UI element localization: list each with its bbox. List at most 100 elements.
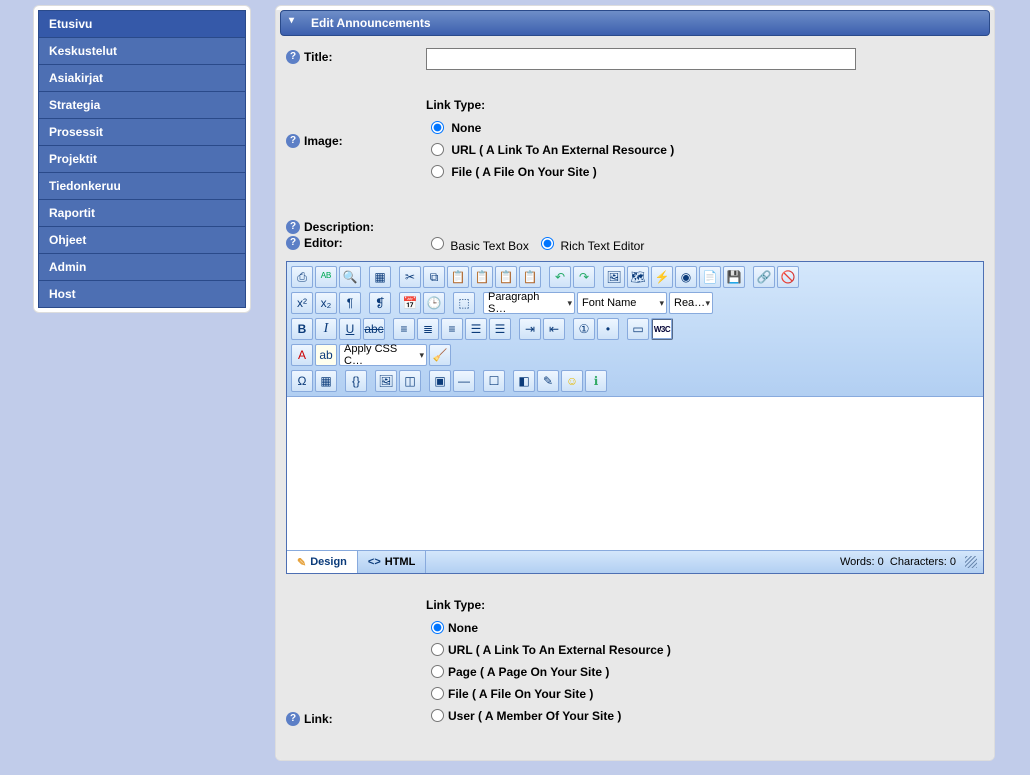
sidebar-item-prosessit[interactable]: Prosessit [39, 119, 245, 146]
align-remove-icon[interactable]: ☰ [489, 318, 511, 340]
remove-link-icon[interactable]: 🚫 [777, 266, 799, 288]
editor-rich-option[interactable]: Rich Text Editor [536, 239, 644, 253]
select-all-icon[interactable]: ▦ [369, 266, 391, 288]
editor-basic-option[interactable]: Basic Text Box [426, 239, 532, 253]
sidebar-item-host[interactable]: Host [39, 281, 245, 308]
sidebar-item-ohjeet[interactable]: Ohjeet [39, 227, 245, 254]
hyperlink-icon[interactable]: 🔗 [753, 266, 775, 288]
spellcheck-icon[interactable]: ᴬᴮ [315, 266, 337, 288]
linktype-page-radio[interactable] [431, 665, 444, 678]
align-right-icon[interactable]: ≡ [441, 318, 463, 340]
help-icon[interactable]: ? [286, 50, 300, 64]
sidebar-item-raportit[interactable]: Raportit [39, 200, 245, 227]
image-linktype-none[interactable]: None [426, 116, 984, 138]
underline-icon[interactable]: U [339, 318, 361, 340]
abs-position-icon[interactable]: ◫ [399, 370, 421, 392]
image-props-icon[interactable]: 🖼 [375, 370, 397, 392]
redo-icon[interactable]: ↷ [573, 266, 595, 288]
superscript-icon[interactable]: x² [291, 292, 313, 314]
format-stripper-icon[interactable]: 🧹 [429, 344, 451, 366]
new-paragraph-icon[interactable]: ❡ [369, 292, 391, 314]
forecolor-icon[interactable]: A [291, 344, 313, 366]
help-icon[interactable]: ? [286, 220, 300, 234]
xhtml-validate-icon[interactable]: W3C [651, 318, 673, 340]
linktype-file[interactable]: File ( A File On Your Site ) [426, 682, 984, 704]
align-left-icon[interactable]: ≡ [393, 318, 415, 340]
design-tab[interactable]: ✎ Design [287, 551, 358, 573]
print-icon[interactable]: ⎙ [291, 266, 313, 288]
sidebar-item-admin[interactable]: Admin [39, 254, 245, 281]
emoticon-icon[interactable]: ☺ [561, 370, 583, 392]
title-input[interactable] [426, 48, 856, 70]
paste-word-icon[interactable]: 📋 [471, 266, 493, 288]
linktype-user[interactable]: User ( A Member Of Your Site ) [426, 704, 984, 726]
insert-time-icon[interactable]: 🕒 [423, 292, 445, 314]
panel-header[interactable]: Edit Announcements [280, 10, 990, 36]
resize-grip-icon[interactable] [965, 556, 977, 568]
paragraph-style-dropdown[interactable]: Paragraph S… [483, 292, 575, 314]
sidebar-item-asiakirjat[interactable]: Asiakirjat [39, 65, 245, 92]
help-icon[interactable]: ? [286, 236, 300, 250]
apply-css-class-dropdown[interactable]: Apply CSS C… [339, 344, 427, 366]
sidebar-item-tiedonkeruu[interactable]: Tiedonkeruu [39, 173, 245, 200]
help-icon[interactable]: ? [286, 134, 300, 148]
sidebar-item-etusivu[interactable]: Etusivu [39, 11, 245, 38]
track-changes-icon[interactable]: ✎ [537, 370, 559, 392]
font-name-dropdown[interactable]: Font Name [577, 292, 667, 314]
help-icon[interactable]: ? [286, 712, 300, 726]
paragraph-icon[interactable]: ¶ [339, 292, 361, 314]
image-map-icon[interactable]: 🗺 [627, 266, 649, 288]
linktype-none-radio[interactable] [431, 621, 444, 634]
paste-html-icon[interactable]: 📋 [519, 266, 541, 288]
insert-table-icon[interactable]: ▦ [315, 370, 337, 392]
sidebar-item-strategia[interactable]: Strategia [39, 92, 245, 119]
toggle-border-icon[interactable]: ▭ [627, 318, 649, 340]
linktype-user-radio[interactable] [431, 709, 444, 722]
insert-symbol-icon[interactable]: Ω [291, 370, 313, 392]
linktype-url-radio[interactable] [431, 643, 444, 656]
template-save-icon[interactable]: 💾 [723, 266, 745, 288]
numbered-list-icon[interactable]: ① [573, 318, 595, 340]
image-linktype-url-radio[interactable] [431, 143, 444, 156]
groupbox-icon[interactable]: ▣ [429, 370, 451, 392]
backcolor-icon[interactable]: ab [315, 344, 337, 366]
align-center-icon[interactable]: ≣ [417, 318, 439, 340]
paste-icon[interactable]: 📋 [447, 266, 469, 288]
linktype-url[interactable]: URL ( A Link To An External Resource ) [426, 638, 984, 660]
html-tab[interactable]: <> HTML [358, 551, 426, 573]
cut-icon[interactable]: ✂ [399, 266, 421, 288]
find-icon[interactable]: 🔍 [339, 266, 361, 288]
undo-icon[interactable]: ↶ [549, 266, 571, 288]
bold-icon[interactable]: B [291, 318, 313, 340]
strikethrough-icon[interactable]: abc [363, 318, 385, 340]
outdent-icon[interactable]: ⇤ [543, 318, 565, 340]
editor-content-area[interactable] [287, 396, 983, 551]
indent-icon[interactable]: ⇥ [519, 318, 541, 340]
image-linktype-none-radio[interactable] [431, 121, 444, 134]
editor-basic-radio[interactable] [431, 237, 444, 250]
sidebar-item-projektit[interactable]: Projektit [39, 146, 245, 173]
subscript-icon[interactable]: x₂ [315, 292, 337, 314]
copy-icon[interactable]: ⧉ [423, 266, 445, 288]
image-manager-icon[interactable]: 🖼 [603, 266, 625, 288]
image-linktype-file[interactable]: File ( A File On Your Site ) [426, 160, 984, 182]
paste-plain-icon[interactable]: 📋 [495, 266, 517, 288]
form-element-icon[interactable]: ☐ [483, 370, 505, 392]
about-icon[interactable]: ℹ [585, 370, 607, 392]
editor-rich-radio[interactable] [541, 237, 554, 250]
font-size-dropdown[interactable]: Rea… [669, 292, 713, 314]
linktype-page[interactable]: Page ( A Page On Your Site ) [426, 660, 984, 682]
media-icon[interactable]: ◉ [675, 266, 697, 288]
module-icon[interactable]: ◧ [513, 370, 535, 392]
insert-date-icon[interactable]: 📅 [399, 292, 421, 314]
snippet-icon[interactable]: {} [345, 370, 367, 392]
bullet-list-icon[interactable]: • [597, 318, 619, 340]
italic-icon[interactable]: I [315, 318, 337, 340]
hr-icon[interactable]: — [453, 370, 475, 392]
sidebar-item-keskustelut[interactable]: Keskustelut [39, 38, 245, 65]
image-linktype-url[interactable]: URL ( A Link To An External Resource ) [426, 138, 984, 160]
linktype-none[interactable]: None [426, 616, 984, 638]
flash-icon[interactable]: ⚡ [651, 266, 673, 288]
image-linktype-file-radio[interactable] [431, 165, 444, 178]
format-block-icon[interactable]: ⬚ [453, 292, 475, 314]
